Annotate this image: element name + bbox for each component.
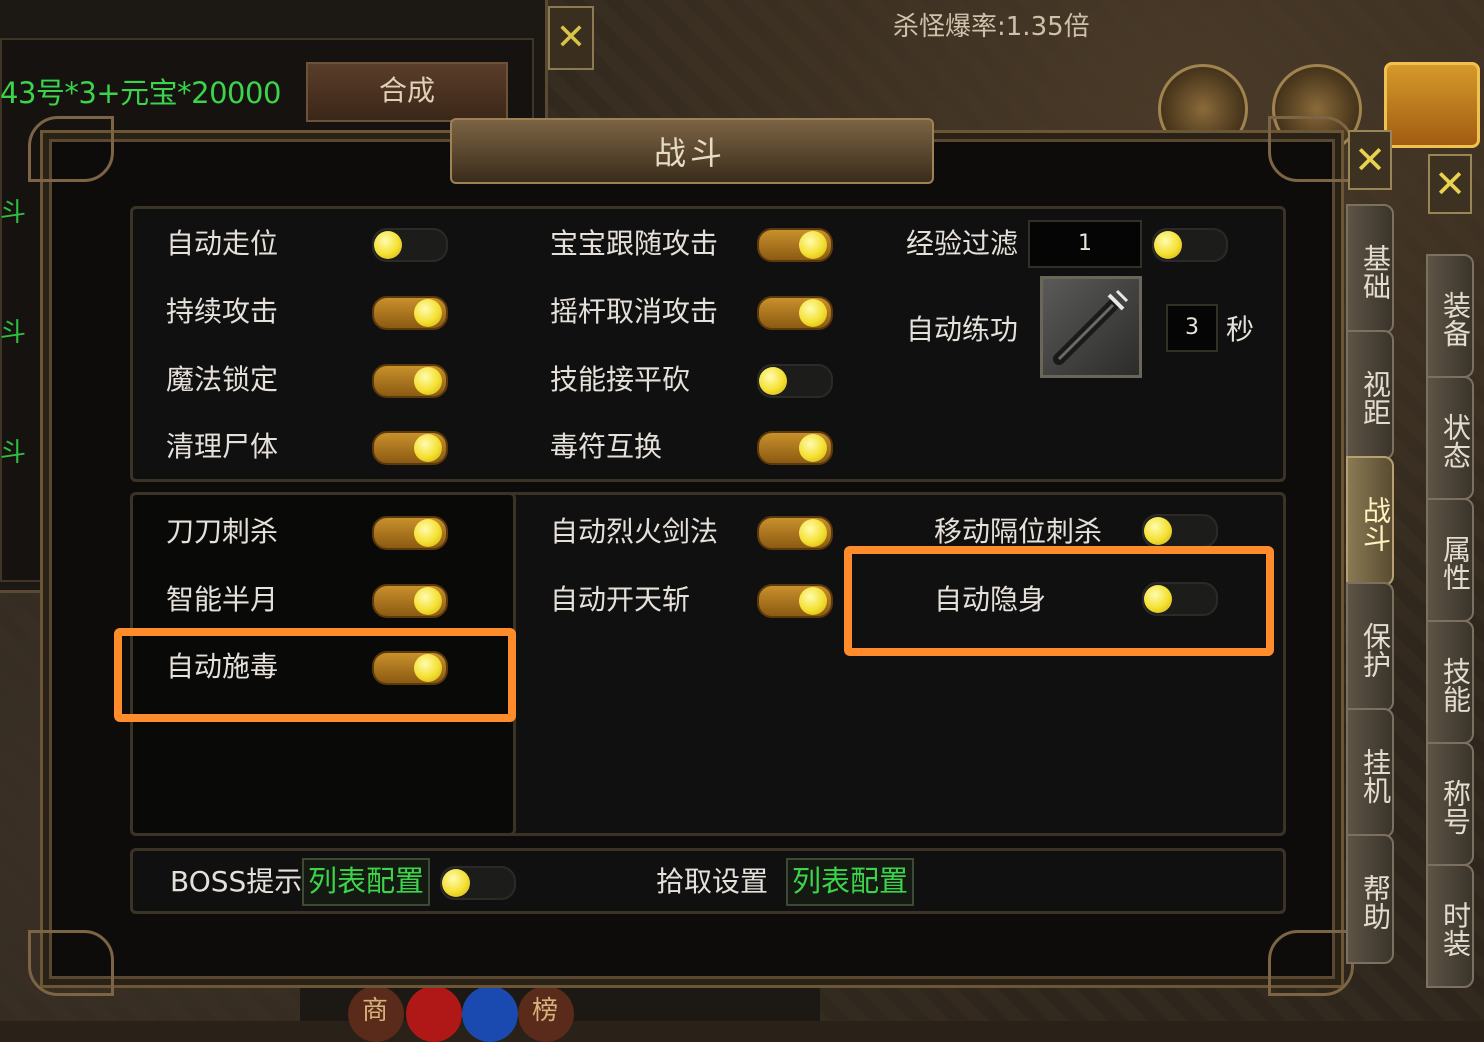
auto-move-toggle[interactable] xyxy=(372,228,448,262)
toggle-knob xyxy=(1154,231,1182,259)
auto-practice-label: 自动练功 xyxy=(906,313,1019,346)
rank-label: 榜 xyxy=(532,996,559,1026)
boss-alert-label: BOSS提示 xyxy=(170,865,303,898)
toggle-knob xyxy=(414,367,442,395)
corner-ornament xyxy=(28,930,114,996)
shop-label: 商 xyxy=(362,996,389,1026)
highlight-box xyxy=(114,628,516,722)
practice-interval-input[interactable]: 3 xyxy=(1166,304,1218,352)
mp-orb xyxy=(462,986,518,1042)
toggle-knob xyxy=(799,299,827,327)
setting-label: 自动开天斩 xyxy=(550,583,691,616)
corner-ornament xyxy=(1268,930,1354,996)
synthesize-button[interactable]: 合成 xyxy=(306,62,508,122)
smart-half-moon-toggle[interactable] xyxy=(372,584,448,618)
tab-attributes[interactable]: 属性 xyxy=(1426,498,1474,622)
toggle-knob xyxy=(759,367,787,395)
side-label: 斗 xyxy=(0,438,27,468)
toggle-knob xyxy=(1144,517,1172,545)
setting-label: 技能接平砍 xyxy=(550,363,691,396)
toggle-knob xyxy=(799,434,827,462)
exp-filter-label: 经验过滤 xyxy=(906,227,1019,260)
setting-label: 毒符互换 xyxy=(550,430,663,463)
drop-rate-text: 杀怪爆率:1.35倍 xyxy=(893,12,1090,42)
close-icon[interactable]: ✕ xyxy=(548,6,594,70)
setting-label: 魔法锁定 xyxy=(166,363,279,396)
tab-battle[interactable]: 战斗 xyxy=(1346,456,1394,586)
toggle-knob xyxy=(374,231,402,259)
tab-titles[interactable]: 称号 xyxy=(1426,742,1474,866)
auto-fire-sword-toggle[interactable] xyxy=(757,516,833,550)
tab-auto-hunt[interactable]: 挂机 xyxy=(1346,708,1394,838)
setting-label: 自动烈火剑法 xyxy=(550,515,719,548)
boss-alert-toggle[interactable] xyxy=(440,866,516,900)
tab-skills[interactable]: 技能 xyxy=(1426,620,1474,744)
skill-slot[interactable] xyxy=(1040,276,1142,378)
tab-basic[interactable]: 基础 xyxy=(1346,204,1394,334)
seconds-unit-label: 秒 xyxy=(1226,313,1255,346)
setting-label: 摇杆取消攻击 xyxy=(550,295,719,328)
close-icon[interactable]: ✕ xyxy=(1428,154,1472,214)
continuous-attack-toggle[interactable] xyxy=(372,296,448,330)
toggle-knob xyxy=(799,519,827,547)
side-label: 斗 xyxy=(0,198,27,228)
setting-label: 宝宝跟随攻击 xyxy=(550,227,719,260)
toggle-knob xyxy=(799,231,827,259)
toggle-knob xyxy=(799,587,827,615)
close-icon[interactable]: ✕ xyxy=(1348,130,1392,190)
toggle-knob xyxy=(414,519,442,547)
tab-fashion[interactable]: 时装 xyxy=(1426,864,1474,988)
auto-heaven-slash-toggle[interactable] xyxy=(757,584,833,618)
exp-filter-toggle[interactable] xyxy=(1152,228,1228,262)
magic-lock-toggle[interactable] xyxy=(372,364,448,398)
highlight-box xyxy=(844,546,1274,656)
skill-chain-attack-toggle[interactable] xyxy=(757,364,833,398)
always-thrust-toggle[interactable] xyxy=(372,516,448,550)
tab-view-distance[interactable]: 视距 xyxy=(1346,330,1394,460)
toggle-knob xyxy=(414,434,442,462)
setting-label: 自动走位 xyxy=(166,227,279,260)
move-skip-thrust-toggle[interactable] xyxy=(1142,514,1218,548)
setting-label: 智能半月 xyxy=(166,583,279,616)
tab-equipment[interactable]: 装备 xyxy=(1426,254,1474,378)
toggle-knob xyxy=(414,587,442,615)
poison-talisman-swap-toggle[interactable] xyxy=(757,431,833,465)
tab-protection[interactable]: 保护 xyxy=(1346,582,1394,712)
exp-filter-input[interactable]: 1 xyxy=(1028,220,1142,268)
corner-ornament xyxy=(1268,116,1354,182)
pet-follow-attack-toggle[interactable] xyxy=(757,228,833,262)
recipe-text: 43号*3+元宝*20000 xyxy=(0,76,281,110)
toggle-knob xyxy=(442,869,470,897)
clear-corpse-toggle[interactable] xyxy=(372,431,448,465)
pickup-list-config-button[interactable]: 列表配置 xyxy=(786,858,914,906)
setting-label: 刀刀刺杀 xyxy=(166,515,279,548)
dialog-title: 战斗 xyxy=(653,134,726,172)
tab-help[interactable]: 帮助 xyxy=(1346,834,1394,964)
setting-label: 持续攻击 xyxy=(166,295,279,328)
boss-list-config-button[interactable]: 列表配置 xyxy=(302,858,430,906)
joystick-cancel-attack-toggle[interactable] xyxy=(757,296,833,330)
sword-icon xyxy=(1053,289,1129,365)
pickup-settings-label: 拾取设置 xyxy=(656,865,769,898)
corner-ornament xyxy=(28,116,114,182)
toggle-knob xyxy=(414,299,442,327)
setting-label: 清理尸体 xyxy=(166,430,279,463)
hp-orb xyxy=(406,986,462,1042)
setting-label: 移动隔位刺杀 xyxy=(934,515,1103,548)
tab-status[interactable]: 状态 xyxy=(1426,376,1474,500)
gift-box-icon[interactable] xyxy=(1384,62,1480,148)
side-label: 斗 xyxy=(0,318,27,348)
